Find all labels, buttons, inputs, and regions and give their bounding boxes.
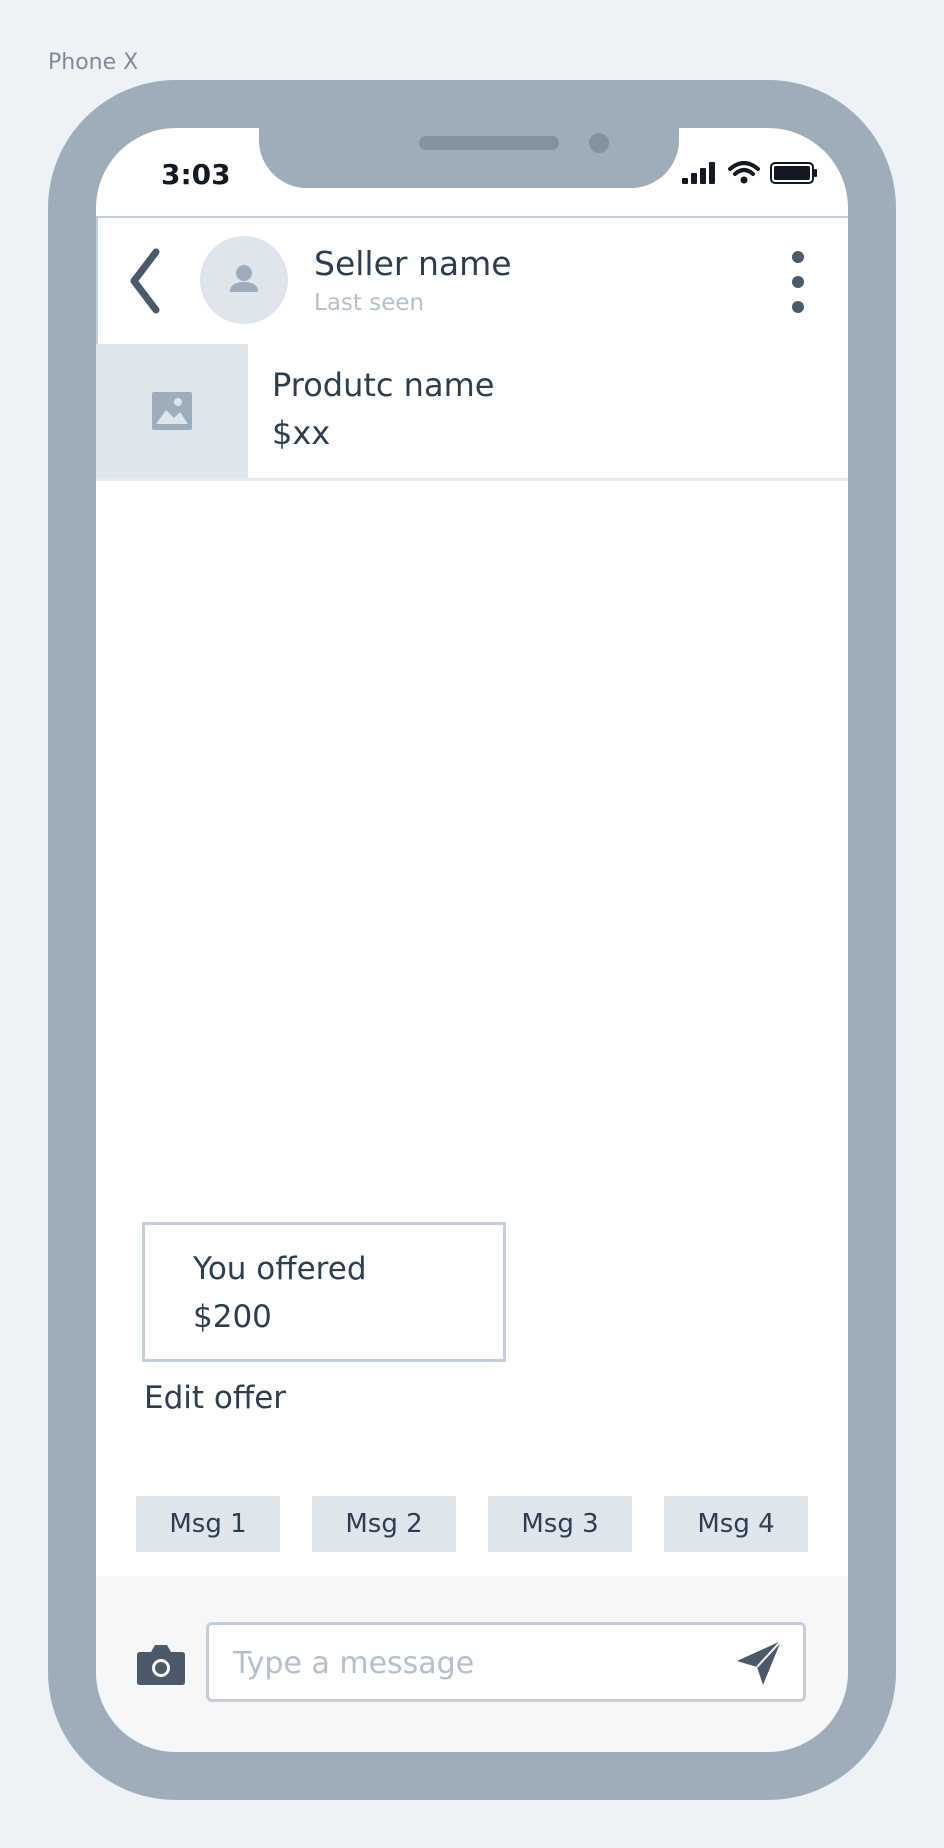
camera-button[interactable] — [136, 1642, 186, 1686]
front-camera — [589, 133, 609, 153]
chat-header: Seller name Last seen — [96, 216, 848, 346]
phone-screen: 3:03 Seller name Last seen Produtc name … — [96, 128, 848, 1752]
product-price: $xx — [272, 414, 331, 452]
quick-reply-chip[interactable]: Msg 3 — [488, 1496, 632, 1552]
camera-icon — [137, 1645, 185, 1685]
offer-message: You offered $200 — [142, 1222, 506, 1362]
edit-offer-link[interactable]: Edit offer — [144, 1380, 286, 1416]
wifi-icon — [728, 161, 760, 189]
user-icon — [230, 265, 258, 292]
chevron-left-icon — [130, 248, 160, 314]
message-input-box — [206, 1622, 806, 1702]
frame-label: Phone X — [48, 50, 139, 75]
notch — [259, 128, 679, 188]
back-button[interactable] — [126, 246, 162, 316]
more-options-button[interactable] — [790, 250, 806, 314]
message-input[interactable] — [231, 1639, 715, 1687]
seller-avatar[interactable] — [200, 236, 288, 324]
send-button[interactable] — [735, 1639, 783, 1687]
speaker-grille — [419, 136, 559, 150]
phone-device: 3:03 Seller name Last seen Produtc name … — [48, 80, 896, 1800]
quick-reply-chip[interactable]: Msg 2 — [312, 1496, 456, 1552]
offer-amount: $200 — [193, 1299, 272, 1335]
seller-name: Seller name — [314, 244, 512, 283]
offer-label: You offered — [193, 1251, 367, 1287]
product-bar[interactable]: Produtc name $xx — [96, 344, 848, 481]
product-thumbnail — [96, 344, 248, 478]
quick-reply-chip[interactable]: Msg 4 — [664, 1496, 808, 1552]
signal-icon — [682, 162, 718, 188]
send-icon — [737, 1640, 782, 1685]
battery-icon — [770, 161, 818, 189]
message-composer — [96, 1576, 848, 1752]
more-vertical-icon — [792, 251, 804, 313]
last-seen: Last seen — [314, 290, 425, 316]
image-icon — [152, 392, 192, 430]
quick-reply-chip[interactable]: Msg 1 — [136, 1496, 280, 1552]
status-icons — [682, 161, 818, 189]
status-time: 3:03 — [161, 158, 231, 191]
product-name: Produtc name — [272, 366, 495, 404]
